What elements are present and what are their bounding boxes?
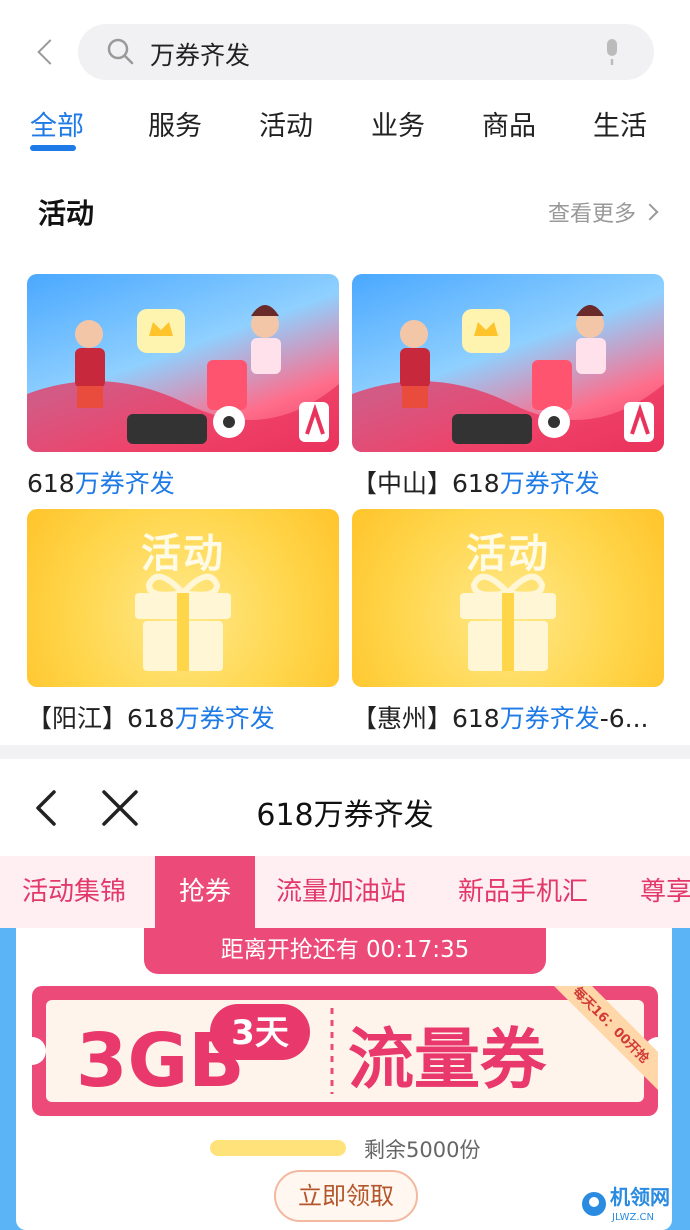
microphone-icon[interactable] — [598, 37, 626, 67]
search-input[interactable]: 万券齐发 — [78, 24, 654, 80]
coupon-name: 流量券 — [348, 1021, 547, 1098]
tab-activity-collection[interactable]: 活动集锦 — [22, 856, 126, 928]
data-coupon-ticket[interactable]: 3GB 3天 流量券 每天16：00开抢 — [32, 986, 658, 1116]
caption-prefix: 【阳江】618 — [27, 704, 175, 733]
caption-highlight: 万券齐发 — [499, 469, 600, 498]
remaining-progress-bar — [210, 1140, 346, 1156]
caption-highlight: 万券齐发 — [74, 469, 175, 498]
search-query: 万券齐发 — [150, 41, 251, 70]
tab-new-phones[interactable]: 新品手机汇 — [458, 856, 588, 928]
gift-box-icon — [460, 573, 556, 671]
category-tabs: 全部 服务 活动 业务 商品 生活 — [0, 100, 690, 160]
chevron-right-icon — [641, 203, 659, 221]
active-tab-indicator — [30, 145, 76, 151]
section-title: 活动 — [38, 197, 95, 230]
caption-highlight: 万券齐发 — [499, 704, 600, 733]
search-icon — [107, 38, 134, 65]
activity-banner-image — [27, 274, 339, 452]
coupon-duration: 3天 — [231, 1013, 289, 1053]
tab-all[interactable]: 全部 — [30, 104, 84, 143]
card-caption: 【中山】618万券齐发 — [352, 464, 664, 500]
back-button[interactable] — [28, 34, 64, 70]
tab-exclusive[interactable]: 尊享 — [640, 856, 690, 928]
tab-activity[interactable]: 活动 — [259, 104, 313, 143]
tab-life[interactable]: 生活 — [593, 104, 647, 143]
card-caption: 【阳江】618万券齐发 — [27, 699, 339, 735]
remaining-count: 剩余5000份 — [364, 1138, 481, 1162]
tab-grab-coupon[interactable]: 抢券 — [155, 856, 256, 928]
activity-card[interactable]: 活动 【惠州】618万券齐发-6... — [352, 509, 664, 735]
promo-illustration — [352, 305, 664, 452]
tab-products[interactable]: 商品 — [482, 104, 536, 143]
caption-suffix: -6... — [599, 704, 649, 733]
tab-business[interactable]: 业务 — [371, 104, 425, 143]
webview-title: 618万券齐发 — [256, 798, 434, 833]
tab-data-station[interactable]: 流量加油站 — [276, 856, 406, 928]
activity-card[interactable]: 活动 【阳江】618万券齐发 — [27, 509, 339, 735]
activity-card[interactable]: 【中山】618万券齐发 — [352, 274, 664, 500]
card-caption: 618万券齐发 — [27, 464, 339, 500]
watermark-sub: JLWZ.CN — [611, 1212, 654, 1223]
view-more-label: 查看更多 — [547, 202, 636, 227]
activity-tabs: 活动集锦 抢券 流量加油站 新品手机汇 尊享 — [0, 856, 690, 928]
card-caption: 【惠州】618万券齐发-6... — [352, 699, 664, 735]
activity-card[interactable]: 618万券齐发 — [27, 274, 339, 500]
site-watermark-logo: 机领网 JLWZ.CN — [582, 1185, 670, 1223]
claim-now-button[interactable]: 立即领取 — [274, 1170, 418, 1222]
activity-banner-image — [352, 274, 664, 452]
activity-gift-image: 活动 — [27, 509, 339, 687]
caption-prefix: 618 — [27, 469, 75, 498]
caption-prefix: 【中山】618 — [352, 469, 500, 498]
watermark-text: 机领网 — [610, 1185, 670, 1209]
countdown-timer: 距离开抢还有 00:17:35 — [144, 928, 546, 974]
activity-gift-image: 活动 — [352, 509, 664, 687]
webview-header: 618万券齐发 — [0, 760, 690, 856]
caption-prefix: 【惠州】618 — [352, 704, 500, 733]
section-divider — [0, 745, 690, 759]
gift-box-icon — [135, 573, 231, 671]
caption-highlight: 万券齐发 — [174, 704, 275, 733]
search-header: 万券齐发 — [0, 0, 690, 100]
page: 万券齐发 全部 服务 活动 业务 商品 生活 活动 查看更多 618万券齐发 【… — [0, 0, 690, 1230]
promo-illustration — [27, 305, 339, 452]
view-more-link[interactable]: 查看更多 — [547, 196, 659, 228]
tab-service[interactable]: 服务 — [148, 104, 202, 143]
